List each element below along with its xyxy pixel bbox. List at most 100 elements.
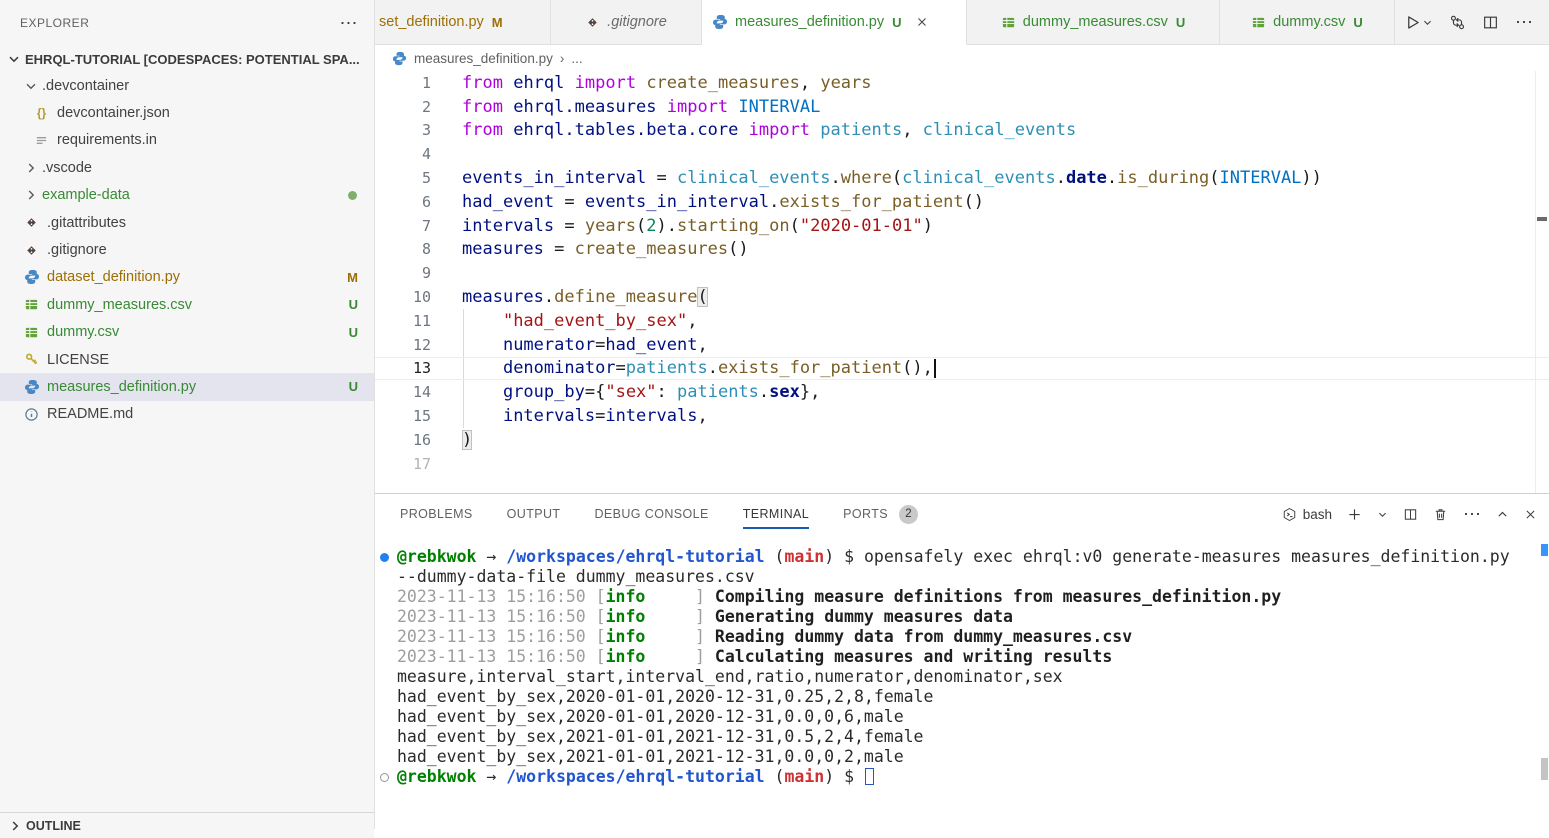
sidebar-item-example-data[interactable]: example-data	[0, 182, 374, 209]
item-label: measures_definition.py	[47, 379, 196, 395]
terminal-output[interactable]: @rebkwok → /workspaces/ehrql-tutorial (m…	[375, 547, 1535, 787]
code-line-16[interactable]: 16)	[375, 428, 1549, 452]
code-line-15[interactable]: 15 intervals=intervals,	[375, 404, 1549, 428]
json-braces-icon: {}	[33, 105, 50, 122]
sidebar-item-dummy-measures-csv[interactable]: dummy_measures.csv U	[0, 291, 374, 318]
kill-terminal-trash-icon[interactable]	[1433, 507, 1448, 522]
code-line-6[interactable]: 6had_event = events_in_interval.exists_f…	[375, 190, 1549, 214]
item-label: .gitattributes	[47, 215, 126, 231]
terminal-scroll-decoration	[1541, 544, 1548, 556]
code-line-3[interactable]: 3from ehrql.tables.beta.core import pati…	[375, 119, 1549, 143]
code-line-12[interactable]: 12 numerator=had_event,	[375, 333, 1549, 357]
terminal-prompt-line: @rebkwok → /workspaces/ehrql-tutorial (m…	[375, 767, 1535, 787]
tab-dataset-definition[interactable]: set_definition.py M	[375, 0, 551, 44]
item-label: dataset_definition.py	[47, 269, 180, 285]
sidebar-item-gitattributes[interactable]: .gitattributes	[0, 209, 374, 236]
breadcrumb-symbol[interactable]: ...	[571, 51, 582, 66]
code-line-14[interactable]: 14 group_by={"sex": patients.sex},	[375, 380, 1549, 404]
breadcrumb-file[interactable]: measures_definition.py	[414, 51, 553, 66]
csv-table-icon	[23, 296, 40, 313]
sidebar-item-devcontainer-json[interactable]: {} devcontainer.json	[0, 99, 374, 126]
code-line-7[interactable]: 7intervals = years(2).starting_on("2020-…	[375, 214, 1549, 238]
line-number: 1	[375, 74, 431, 92]
overview-ruler-cursor-mark	[1537, 217, 1547, 221]
code-line-10[interactable]: 10measures.define_measure(	[375, 285, 1549, 309]
maximize-panel-chevron-up-icon[interactable]	[1496, 508, 1509, 521]
tab-measures-definition-active[interactable]: measures_definition.py U	[702, 0, 967, 45]
tab-ports[interactable]: PORTS 2	[843, 494, 918, 534]
tab-label: set_definition.py	[379, 14, 484, 30]
code-line-8[interactable]: 8measures = create_measures()	[375, 238, 1549, 262]
tab-terminal[interactable]: TERMINAL	[743, 494, 809, 534]
tab-debug-console[interactable]: DEBUG CONSOLE	[594, 494, 708, 534]
line-number: 11	[375, 312, 431, 330]
git-file-icon	[23, 242, 40, 259]
code-line-11[interactable]: 11 "had_event_by_sex",	[375, 309, 1549, 333]
close-tab-icon[interactable]	[915, 15, 929, 29]
outline-section-header[interactable]: OUTLINE	[0, 812, 374, 838]
editor-group: set_definition.py M .gitignore measures_…	[375, 0, 1549, 829]
code-line-2[interactable]: 2from ehrql.measures import INTERVAL	[375, 95, 1549, 119]
tree-root-folder[interactable]: EHRQL-TUTORIAL [CODESPACES: POTENTIAL SP…	[0, 46, 374, 72]
breadcrumb[interactable]: measures_definition.py › ...	[375, 45, 1549, 71]
split-terminal-icon[interactable]	[1403, 507, 1418, 522]
root-folder-label: EHRQL-TUTORIAL [CODESPACES: POTENTIAL SP…	[25, 52, 360, 67]
code-line-4[interactable]: 4	[375, 142, 1549, 166]
line-number: 2	[375, 98, 431, 116]
new-terminal-icon[interactable]	[1347, 507, 1362, 522]
terminal-csv-line: had_event_by_sex,2021-01-01,2021-12-31,0…	[375, 727, 1535, 747]
sidebar-item-dataset-definition[interactable]: dataset_definition.py M	[0, 264, 374, 291]
tab-output[interactable]: OUTPUT	[507, 494, 561, 534]
sidebar-item-vscode[interactable]: .vscode	[0, 154, 374, 181]
sidebar-item-measures-definition[interactable]: measures_definition.py U	[0, 373, 374, 400]
split-editor-icon[interactable]	[1482, 14, 1499, 31]
item-label: .devcontainer	[42, 78, 129, 94]
explorer-sidebar: EXPLORER ⋯ EHRQL-TUTORIAL [CODESPACES: P…	[0, 0, 375, 829]
tab-dummy-csv[interactable]: dummy.csv U	[1220, 0, 1395, 44]
item-label: LICENSE	[47, 352, 109, 368]
code-editor[interactable]: 1from ehrql import create_measures, year…	[375, 71, 1549, 493]
sidebar-item-dummy-csv[interactable]: dummy.csv U	[0, 319, 374, 346]
code-line-5[interactable]: 5events_in_interval = clinical_events.wh…	[375, 166, 1549, 190]
terminal-scrollbar-thumb[interactable]	[1541, 758, 1548, 780]
explorer-more-icon[interactable]: ⋯	[340, 18, 359, 28]
chevron-right-icon	[23, 160, 39, 176]
git-untracked-badge: U	[349, 379, 358, 394]
csv-table-icon	[1001, 15, 1016, 30]
close-panel-icon[interactable]	[1524, 508, 1537, 521]
terminal-more-icon[interactable]: ⋯	[1463, 509, 1481, 519]
run-python-file-icon[interactable]	[1404, 14, 1421, 31]
run-dropdown-chevron-icon[interactable]	[1422, 17, 1433, 28]
code-line-13-current[interactable]: 13 denominator=patients.exists_for_patie…	[375, 357, 1549, 381]
editor-scrollbar[interactable]	[1535, 71, 1549, 493]
git-modified-badge: M	[492, 15, 503, 30]
terminal-line: --dummy-data-file dummy_measures.csv	[375, 567, 1535, 587]
item-label: .gitignore	[47, 242, 107, 258]
terminal-log-line: 2023-11-13 15:16:50 [info ] Compiling me…	[375, 587, 1535, 607]
more-actions-icon[interactable]: ⋯	[1515, 17, 1533, 27]
code-line-1[interactable]: 1from ehrql import create_measures, year…	[375, 71, 1549, 95]
shell-selector[interactable]: bash	[1282, 507, 1332, 522]
command-decoration-icon[interactable]	[380, 773, 389, 782]
editor-actions: ⋯	[1395, 0, 1549, 44]
command-decoration-icon[interactable]	[380, 553, 389, 562]
sidebar-item-gitignore[interactable]: .gitignore	[0, 236, 374, 263]
ports-count-badge: 2	[899, 505, 918, 524]
tab-dummy-measures-csv[interactable]: dummy_measures.csv U	[967, 0, 1220, 44]
tab-problems[interactable]: PROBLEMS	[400, 494, 473, 534]
terminal-dropdown-chevron-icon[interactable]	[1377, 509, 1388, 520]
sidebar-item-requirements-in[interactable]: requirements.in	[0, 127, 374, 154]
text-lines-icon	[33, 132, 50, 149]
sidebar-item-devcontainer[interactable]: .devcontainer	[0, 72, 374, 99]
sidebar-item-readme[interactable]: README.md	[0, 401, 374, 428]
terminal-log-line: 2023-11-13 15:16:50 [info ] Reading dumm…	[375, 627, 1535, 647]
code-line-9[interactable]: 9	[375, 261, 1549, 285]
shell-name: bash	[1303, 507, 1332, 522]
code-line-17[interactable]: 17	[375, 452, 1549, 476]
tab-gitignore[interactable]: .gitignore	[551, 0, 702, 44]
explorer-title: EXPLORER	[20, 16, 340, 30]
terminal-csv-line: had_event_by_sex,2021-01-01,2021-12-31,0…	[375, 747, 1535, 767]
open-changes-icon[interactable]	[1449, 14, 1466, 31]
line-number: 4	[375, 145, 431, 163]
sidebar-item-license[interactable]: LICENSE	[0, 346, 374, 373]
